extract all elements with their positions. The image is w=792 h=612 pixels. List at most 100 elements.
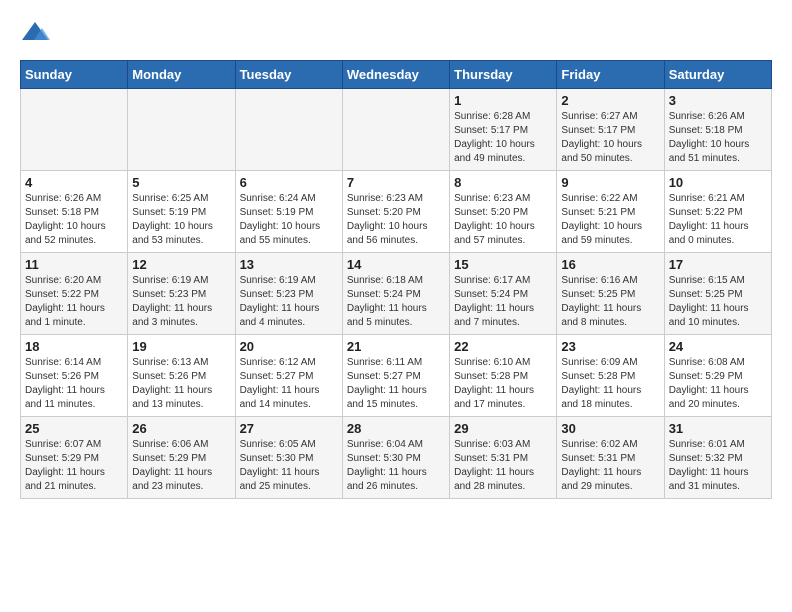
weekday-header-sunday: Sunday — [21, 61, 128, 89]
calendar-cell: 2 Sunrise: 6:27 AMSunset: 5:17 PMDaylight… — [557, 89, 664, 171]
day-number: 15 — [454, 257, 552, 272]
day-number: 8 — [454, 175, 552, 190]
logo — [20, 20, 54, 44]
day-number: 23 — [561, 339, 659, 354]
day-number: 1 — [454, 93, 552, 108]
day-detail: Sunrise: 6:19 AMSunset: 5:23 PMDaylight:… — [240, 274, 338, 330]
day-detail: Sunrise: 6:26 AMSunset: 5:18 PMDaylight:… — [669, 110, 767, 166]
day-number: 11 — [25, 257, 123, 272]
day-detail: Sunrise: 6:21 AMSunset: 5:22 PMDaylight:… — [669, 192, 767, 248]
day-detail: Sunrise: 6:22 AMSunset: 5:21 PMDaylight:… — [561, 192, 659, 248]
day-detail: Sunrise: 6:08 AMSunset: 5:29 PMDaylight:… — [669, 356, 767, 412]
day-number: 21 — [347, 339, 445, 354]
day-detail: Sunrise: 6:24 AMSunset: 5:19 PMDaylight:… — [240, 192, 338, 248]
calendar-cell — [128, 89, 235, 171]
day-number: 6 — [240, 175, 338, 190]
logo-icon — [20, 20, 50, 44]
day-number: 18 — [25, 339, 123, 354]
weekday-header-friday: Friday — [557, 61, 664, 89]
day-number: 29 — [454, 421, 552, 436]
day-number: 16 — [561, 257, 659, 272]
calendar-cell — [342, 89, 449, 171]
day-number: 19 — [132, 339, 230, 354]
day-number: 7 — [347, 175, 445, 190]
day-number: 27 — [240, 421, 338, 436]
day-detail: Sunrise: 6:07 AMSunset: 5:29 PMDaylight:… — [25, 438, 123, 494]
day-detail: Sunrise: 6:03 AMSunset: 5:31 PMDaylight:… — [454, 438, 552, 494]
weekday-header-tuesday: Tuesday — [235, 61, 342, 89]
day-detail: Sunrise: 6:12 AMSunset: 5:27 PMDaylight:… — [240, 356, 338, 412]
day-number: 26 — [132, 421, 230, 436]
calendar-cell: 27 Sunrise: 6:05 AMSunset: 5:30 PMDayligh… — [235, 417, 342, 499]
day-number: 30 — [561, 421, 659, 436]
calendar-cell: 10 Sunrise: 6:21 AMSunset: 5:22 PMDayligh… — [664, 171, 771, 253]
calendar-cell: 11 Sunrise: 6:20 AMSunset: 5:22 PMDayligh… — [21, 253, 128, 335]
day-detail: Sunrise: 6:10 AMSunset: 5:28 PMDaylight:… — [454, 356, 552, 412]
calendar-cell: 5 Sunrise: 6:25 AMSunset: 5:19 PMDaylight… — [128, 171, 235, 253]
day-number: 3 — [669, 93, 767, 108]
day-detail: Sunrise: 6:18 AMSunset: 5:24 PMDaylight:… — [347, 274, 445, 330]
calendar-table: SundayMondayTuesdayWednesdayThursdayFrid… — [20, 60, 772, 499]
calendar-cell: 19 Sunrise: 6:13 AMSunset: 5:26 PMDayligh… — [128, 335, 235, 417]
day-number: 22 — [454, 339, 552, 354]
calendar-cell: 3 Sunrise: 6:26 AMSunset: 5:18 PMDaylight… — [664, 89, 771, 171]
calendar-cell: 29 Sunrise: 6:03 AMSunset: 5:31 PMDayligh… — [450, 417, 557, 499]
calendar-cell: 15 Sunrise: 6:17 AMSunset: 5:24 PMDayligh… — [450, 253, 557, 335]
day-detail: Sunrise: 6:06 AMSunset: 5:29 PMDaylight:… — [132, 438, 230, 494]
day-number: 5 — [132, 175, 230, 190]
day-detail: Sunrise: 6:25 AMSunset: 5:19 PMDaylight:… — [132, 192, 230, 248]
calendar-cell — [21, 89, 128, 171]
day-detail: Sunrise: 6:17 AMSunset: 5:24 PMDaylight:… — [454, 274, 552, 330]
calendar-cell: 14 Sunrise: 6:18 AMSunset: 5:24 PMDayligh… — [342, 253, 449, 335]
page-header — [20, 20, 772, 44]
day-number: 12 — [132, 257, 230, 272]
calendar-cell: 20Sunrise: 6:12 AMSunset: 5:27 PMDayligh… — [235, 335, 342, 417]
calendar-cell: 12 Sunrise: 6:19 AMSunset: 5:23 PMDayligh… — [128, 253, 235, 335]
day-detail: Sunrise: 6:26 AMSunset: 5:18 PMDaylight:… — [25, 192, 123, 248]
calendar-cell: 7Sunrise: 6:23 AMSunset: 5:20 PMDaylight… — [342, 171, 449, 253]
weekday-header-wednesday: Wednesday — [342, 61, 449, 89]
day-detail: Sunrise: 6:20 AMSunset: 5:22 PMDaylight:… — [25, 274, 123, 330]
calendar-cell: 22 Sunrise: 6:10 AMSunset: 5:28 PMDayligh… — [450, 335, 557, 417]
day-number: 9 — [561, 175, 659, 190]
day-detail: Sunrise: 6:28 AMSunset: 5:17 PMDaylight:… — [454, 110, 552, 166]
day-detail: Sunrise: 6:02 AMSunset: 5:31 PMDaylight:… — [561, 438, 659, 494]
day-detail: Sunrise: 6:19 AMSunset: 5:23 PMDaylight:… — [132, 274, 230, 330]
calendar-cell: 4Sunrise: 6:26 AMSunset: 5:18 PMDaylight… — [21, 171, 128, 253]
day-detail: Sunrise: 6:27 AMSunset: 5:17 PMDaylight:… — [561, 110, 659, 166]
day-number: 2 — [561, 93, 659, 108]
calendar-cell: 6 Sunrise: 6:24 AMSunset: 5:19 PMDaylight… — [235, 171, 342, 253]
day-detail: Sunrise: 6:04 AMSunset: 5:30 PMDaylight:… — [347, 438, 445, 494]
day-detail: Sunrise: 6:09 AMSunset: 5:28 PMDaylight:… — [561, 356, 659, 412]
day-detail: Sunrise: 6:16 AMSunset: 5:25 PMDaylight:… — [561, 274, 659, 330]
calendar-cell: 8 Sunrise: 6:23 AMSunset: 5:20 PMDaylight… — [450, 171, 557, 253]
day-number: 25 — [25, 421, 123, 436]
calendar-cell: 18Sunrise: 6:14 AMSunset: 5:26 PMDayligh… — [21, 335, 128, 417]
day-number: 10 — [669, 175, 767, 190]
calendar-cell: 30 Sunrise: 6:02 AMSunset: 5:31 PMDayligh… — [557, 417, 664, 499]
day-number: 31 — [669, 421, 767, 436]
weekday-header-saturday: Saturday — [664, 61, 771, 89]
calendar-cell: 1 Sunrise: 6:28 AMSunset: 5:17 PMDaylight… — [450, 89, 557, 171]
day-detail: Sunrise: 6:13 AMSunset: 5:26 PMDaylight:… — [132, 356, 230, 412]
day-detail: Sunrise: 6:23 AMSunset: 5:20 PMDaylight:… — [454, 192, 552, 248]
calendar-cell: 16 Sunrise: 6:16 AMSunset: 5:25 PMDayligh… — [557, 253, 664, 335]
calendar-cell — [235, 89, 342, 171]
calendar-cell: 31 Sunrise: 6:01 AMSunset: 5:32 PMDayligh… — [664, 417, 771, 499]
day-detail: Sunrise: 6:01 AMSunset: 5:32 PMDaylight:… — [669, 438, 767, 494]
day-detail: Sunrise: 6:05 AMSunset: 5:30 PMDaylight:… — [240, 438, 338, 494]
day-number: 13 — [240, 257, 338, 272]
calendar-cell: 13 Sunrise: 6:19 AMSunset: 5:23 PMDayligh… — [235, 253, 342, 335]
calendar-cell: 24 Sunrise: 6:08 AMSunset: 5:29 PMDayligh… — [664, 335, 771, 417]
calendar-cell: 21Sunrise: 6:11 AMSunset: 5:27 PMDayligh… — [342, 335, 449, 417]
day-number: 24 — [669, 339, 767, 354]
calendar-cell: 17Sunrise: 6:15 AMSunset: 5:25 PMDayligh… — [664, 253, 771, 335]
weekday-header-monday: Monday — [128, 61, 235, 89]
calendar-cell: 23 Sunrise: 6:09 AMSunset: 5:28 PMDayligh… — [557, 335, 664, 417]
calendar-cell: 26 Sunrise: 6:06 AMSunset: 5:29 PMDayligh… — [128, 417, 235, 499]
weekday-header-thursday: Thursday — [450, 61, 557, 89]
calendar-cell: 28Sunrise: 6:04 AMSunset: 5:30 PMDayligh… — [342, 417, 449, 499]
day-detail: Sunrise: 6:15 AMSunset: 5:25 PMDaylight:… — [669, 274, 767, 330]
day-number: 14 — [347, 257, 445, 272]
calendar-cell: 9 Sunrise: 6:22 AMSunset: 5:21 PMDaylight… — [557, 171, 664, 253]
